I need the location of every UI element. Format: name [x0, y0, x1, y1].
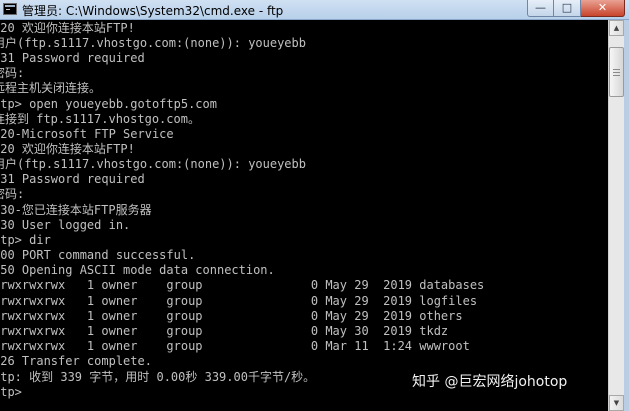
- console-line: drwxrwxrwx 1 owner group 0 May 29 2019 l…: [0, 294, 478, 308]
- cmd-icon: [3, 3, 17, 15]
- maximize-button[interactable]: □: [554, 0, 581, 17]
- console-line: drwxrwxrwx 1 owner group 0 Mar 11 1:24 w…: [0, 339, 470, 353]
- console-line: ftp> dir: [0, 233, 51, 247]
- cmd-window: 管理员: C:\Windows\System32\cmd.exe - ftp —…: [0, 0, 629, 411]
- watermark: 知乎 @巨宏网络johotop: [412, 374, 568, 390]
- console-line: 150 Opening ASCII mode data connection.: [0, 263, 275, 277]
- vertical-scrollbar[interactable]: ▲ ▼: [608, 20, 624, 411]
- console-line: 200 PORT command successful.: [0, 248, 196, 262]
- console-line: ftp: 收到 339 字节，用时 0.00秒 339.00千字节/秒。: [0, 370, 316, 384]
- window-controls: — □ ✕: [527, 0, 625, 18]
- console-line: 230 User logged in.: [0, 218, 131, 232]
- window-title: 管理员: C:\Windows\System32\cmd.exe - ftp: [22, 4, 284, 18]
- console-line: drwxrwxrwx 1 owner group 0 May 29 2019 o…: [0, 309, 463, 323]
- console-line: 连接到 ftp.s1117.vhostgo.com。: [0, 112, 200, 126]
- window-frame-edge: [624, 20, 629, 411]
- scroll-thumb[interactable]: [609, 47, 624, 97]
- console-line: 密码:: [0, 66, 25, 80]
- console-line: 密码:: [0, 187, 25, 201]
- console-line: ftp>: [0, 385, 22, 399]
- scroll-up-button[interactable]: ▲: [609, 20, 624, 36]
- console-output[interactable]: 220 欢迎你连接本站FTP! 用户(ftp.s1117.vhostgo.com…: [0, 20, 608, 411]
- grip-line: [613, 69, 620, 70]
- console-line: 用户(ftp.s1117.vhostgo.com:(none)): youeye…: [0, 157, 306, 171]
- title-bar[interactable]: 管理员: C:\Windows\System32\cmd.exe - ftp —…: [0, 0, 629, 20]
- console-line: 331 Password required: [0, 51, 145, 65]
- console-line: ftp> open youeyebb.gotoftp5.com: [0, 97, 217, 111]
- grip-line: [613, 75, 620, 76]
- console-line: drwxrwxrwx 1 owner group 0 May 30 2019 t…: [0, 324, 449, 338]
- grip-line: [613, 72, 620, 73]
- console-line: drwxrwxrwx 1 owner group 0 May 29 2019 d…: [0, 278, 485, 292]
- console-line: 用户(ftp.s1117.vhostgo.com:(none)): youeye…: [0, 36, 306, 50]
- console-line: 远程主机关闭连接。: [0, 81, 102, 95]
- close-button[interactable]: ✕: [581, 0, 625, 17]
- scroll-down-button[interactable]: ▼: [609, 395, 624, 411]
- minimize-button[interactable]: —: [527, 0, 554, 17]
- console-line: 230-您已连接本站FTP服务器: [0, 203, 152, 217]
- console-line: 220 欢迎你连接本站FTP!: [0, 21, 135, 35]
- console-line: 226 Transfer complete.: [0, 354, 152, 368]
- console-line: 220-Microsoft FTP Service: [0, 127, 174, 141]
- console-line: 220 欢迎你连接本站FTP!: [0, 142, 135, 156]
- console-line: 331 Password required: [0, 172, 145, 186]
